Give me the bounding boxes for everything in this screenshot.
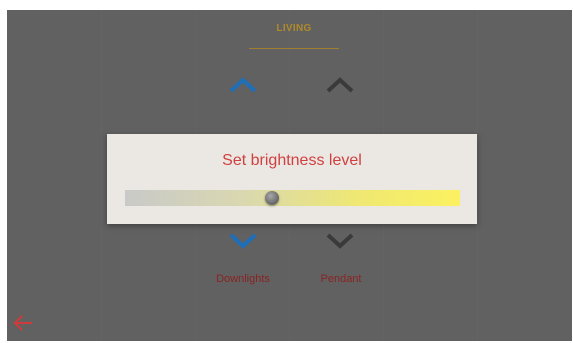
back-button[interactable] — [12, 314, 34, 332]
lighting-screen: LIVING Downlights Pendant Set brightness… — [7, 10, 572, 341]
chevron-up-icon — [326, 77, 354, 93]
arrow-left-icon — [13, 315, 32, 331]
grid-line — [477, 10, 478, 341]
chevron-up-icon — [229, 77, 257, 93]
downlights-up-button[interactable] — [228, 74, 258, 96]
brightness-slider-track[interactable] — [125, 190, 460, 206]
pendant-up-button[interactable] — [325, 74, 355, 96]
fixture-label-pendant: Pendant — [320, 273, 362, 285]
brightness-dialog: Set brightness level — [107, 134, 477, 224]
chevron-down-icon — [326, 233, 354, 249]
downlights-down-button[interactable] — [228, 230, 258, 252]
pendant-down-button[interactable] — [325, 230, 355, 252]
room-tab-living[interactable]: LIVING — [249, 23, 339, 34]
chevron-down-icon — [229, 233, 257, 249]
fixture-label-downlights: Downlights — [216, 273, 270, 285]
room-tab-underline — [249, 48, 339, 49]
dialog-title: Set brightness level — [222, 152, 362, 169]
grid-line — [101, 10, 102, 341]
